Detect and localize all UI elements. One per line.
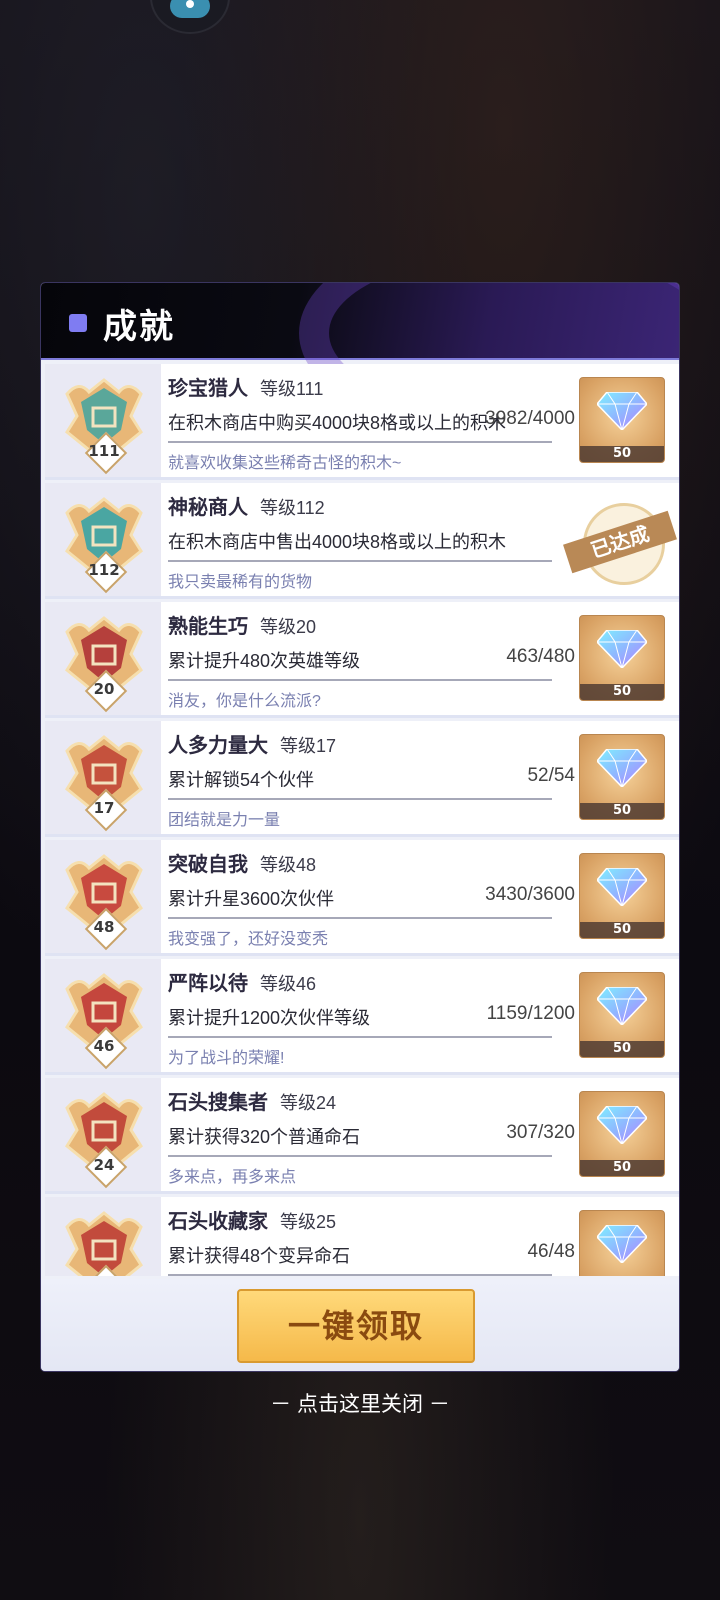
achievement-badge: 46 <box>45 959 161 1072</box>
achievement-progress: 52/54 <box>527 765 575 786</box>
reward-gem-button[interactable]: 50 <box>579 1091 665 1177</box>
achievement-description: 在积木商店中售出4000块8格或以上的积木 <box>168 532 507 552</box>
achievement-row: 48 突破自我 等级48 累计升星3600次伙伴 3430/3600 我变强了，还好没变秃… <box>45 840 679 956</box>
achievement-name: 熟能生巧 等级20 <box>168 614 317 638</box>
achievement-badge: 48 <box>45 840 161 953</box>
achievement-panel: 成就 111 珍宝猎人 等级111 在积木商店中购买4000块8格或以上的积木 3982… <box>41 283 679 1371</box>
achievement-badge: 17 <box>45 721 161 834</box>
achievement-grade: 等级17 <box>280 736 337 756</box>
achievement-grade: 等级46 <box>260 974 317 994</box>
achievement-row: 25 石头收藏家等级25 累计获得48个变异命石 46/4850 <box>45 1197 679 1276</box>
reward-gem-button[interactable]: 50 <box>579 1210 665 1276</box>
achievement-row: 20 熟能生巧 等级20 累计提升480次英雄等级 463/480 消友，你是什么流派? 5… <box>45 602 679 718</box>
achievement-flavor: 就喜欢收集这些稀奇古怪的积木~ <box>168 455 402 472</box>
achievement-progress: 307/320 <box>506 1122 575 1143</box>
achievement-row: 111 珍宝猎人 等级111 在积木商店中购买4000块8格或以上的积木 3982/40… <box>45 364 679 480</box>
achievement-row: 46 严阵以待 等级46 累计提升1200次伙伴等级 1159/1200 为了战斗的荣耀!… <box>45 959 679 1075</box>
close-hint[interactable]: － 点击这里关闭 － <box>0 1388 720 1418</box>
badge-level: 20 <box>93 680 115 698</box>
achievement-list[interactable]: 111 珍宝猎人 等级111 在积木商店中购买4000块8格或以上的积木 3982/40… <box>45 364 679 1276</box>
achievement-grade: 等级111 <box>260 379 324 399</box>
panel-footer: 一键领取 <box>41 1279 679 1371</box>
achievement-description: 累计获得320个普通命石 <box>168 1127 361 1147</box>
divider <box>168 679 552 681</box>
divider <box>168 1036 552 1038</box>
divider <box>168 1155 552 1157</box>
badge-level: 46 <box>93 1037 115 1055</box>
achievement-grade: 等级25 <box>280 1212 337 1232</box>
reward-amount: 50 <box>580 446 664 462</box>
achievement-flavor: 我只卖最稀有的货物 <box>168 574 313 591</box>
badge-level: 48 <box>93 918 115 936</box>
achievement-progress: 46/48 <box>527 1241 575 1262</box>
badge-level: 25 <box>81 1275 127 1276</box>
panel-title: 成就 <box>103 307 175 347</box>
reward-amount: 50 <box>580 684 664 700</box>
reward-gem-button[interactable]: 50 <box>579 615 665 701</box>
divider <box>168 798 552 800</box>
achievement-row: 24 石头搜集者 等级24 累计获得320个普通命石 307/320 多来点，再多来点 50 <box>45 1078 679 1194</box>
reward-amount: 50 <box>580 922 664 938</box>
badge-level: 112 <box>88 561 120 579</box>
completed-stamp: 已达成 <box>563 501 677 585</box>
divider <box>168 1274 552 1276</box>
achievement-badge: 111 <box>45 364 161 477</box>
achievement-flavor: 消友，你是什么流派? <box>168 693 321 710</box>
reward-gem-button[interactable]: 50 <box>579 734 665 820</box>
achievement-progress: 463/480 <box>506 646 575 667</box>
achievement-description: 累计获得48个变异命石 <box>168 1246 351 1266</box>
achievement-grade: 等级48 <box>260 855 317 875</box>
claim-all-button[interactable]: 一键领取 <box>237 1289 475 1363</box>
achievement-name: 严阵以待 等级46 <box>168 971 317 995</box>
achievement-name: 石头搜集者 等级24 <box>168 1090 337 1114</box>
achievement-description: 累计解锁54个伙伴 <box>168 770 315 790</box>
achievement-progress: 3430/3600 <box>485 884 575 905</box>
reward-amount: 50 <box>580 1041 664 1057</box>
achievement-badge: 24 <box>45 1078 161 1191</box>
achievement-badge: 112 <box>45 483 161 596</box>
header-square-icon <box>69 314 87 332</box>
achievement-name: 珍宝猎人 等级111 <box>168 376 324 400</box>
achievement-flavor: 我变强了，还好没变秃 <box>168 931 329 948</box>
achievement-badge: 20 <box>45 602 161 715</box>
reward-gem-button[interactable]: 50 <box>579 972 665 1058</box>
achievement-name: 石头收藏家 等级25 <box>168 1209 337 1233</box>
achievement-grade: 等级112 <box>260 498 325 518</box>
reward-gem-button[interactable]: 50 <box>579 377 665 463</box>
divider <box>168 441 552 443</box>
achievement-badge: 25 <box>45 1197 161 1276</box>
achievement-row: 17 人多力量大 等级17 累计解锁54个伙伴 52/54 团结就是力一量 50 <box>45 721 679 837</box>
achievement-description: 在积木商店中购买4000块8格或以上的积木 <box>168 413 507 433</box>
achievement-grade: 等级20 <box>260 617 317 637</box>
badge-level: 111 <box>88 442 120 460</box>
achievement-grade: 等级24 <box>280 1093 337 1113</box>
divider <box>168 560 552 562</box>
achievement-name: 神秘商人 等级112 <box>168 495 325 519</box>
panel-header: 成就 <box>41 283 679 443</box>
achievement-row: 112 神秘商人 等级112 在积木商店中售出4000块8格或以上的积木 我只卖最稀有的… <box>45 483 679 599</box>
achievement-flavor: 为了战斗的荣耀! <box>168 1050 285 1067</box>
achievement-description: 累计升星3600次伙伴 <box>168 889 335 909</box>
achievement-flavor: 团结就是力一量 <box>168 812 281 829</box>
achievement-flavor: 多来点，再多来点 <box>168 1169 297 1186</box>
achievement-progress: 1159/1200 <box>486 1003 575 1024</box>
divider <box>168 917 552 919</box>
reward-gem-button[interactable]: 50 <box>579 853 665 939</box>
achievement-progress: 3982/4000 <box>485 408 575 429</box>
achievement-name: 人多力量大 等级17 <box>168 733 337 757</box>
badge-level: 24 <box>93 1156 115 1174</box>
achievement-name: 突破自我 等级48 <box>168 852 317 876</box>
reward-amount: 50 <box>580 803 664 819</box>
achievement-description: 累计提升1200次伙伴等级 <box>168 1008 371 1028</box>
reward-amount: 50 <box>580 1160 664 1176</box>
badge-level: 17 <box>93 799 115 817</box>
achievement-description: 累计提升480次英雄等级 <box>168 651 361 671</box>
